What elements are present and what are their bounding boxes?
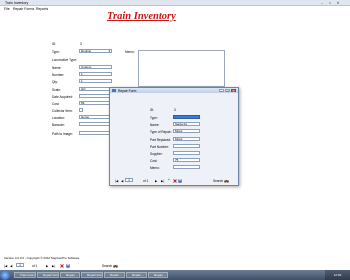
id-label: ID: [52,42,57,46]
close-button[interactable]: ✕ [335,1,341,5]
scale-field[interactable]: HO [79,87,112,91]
dialog-name-label: Name: [150,123,160,127]
dialog-memo-field[interactable] [173,165,200,169]
last-record-button[interactable]: ▶| [52,264,55,268]
save-icon[interactable] [66,263,70,269]
id-value: 3 [80,42,82,46]
path-to-image-label: Path to Image: [52,132,73,136]
dialog-type-label: Type: [150,116,158,120]
window-title: Train Inventory [5,0,29,5]
save-icon[interactable] [178,178,182,184]
collector-item-checkbox[interactable] [79,108,83,112]
supplier-field[interactable] [173,151,200,155]
date-acquired-label: Date Acquired: [52,95,73,99]
dialog-prev-record-button[interactable]: ◀ [121,179,123,183]
scale-label: Scale: [52,88,61,92]
chevron-down-icon: ▾ [108,49,110,53]
dialog-memo-label: Memo: [150,166,160,170]
system-tray-clock[interactable]: 12:00 [325,270,350,280]
type-of-repair-label: Type of Repair: [150,130,172,134]
record-position[interactable]: 1 [16,263,24,267]
barcode-field[interactable] [79,122,112,126]
form-icon [112,89,116,93]
name-field[interactable]: Custom [79,65,112,69]
dialog-id-value: 3 [174,108,176,112]
dialog-type-field[interactable] [173,115,200,119]
prev-record-button[interactable]: ◀ [10,264,12,268]
dialog-last-record-button[interactable]: ▶| [161,179,164,183]
repair-form-dialog: Repair Form – □ ✕ ID: 3 Type: Name: Sant… [109,87,239,186]
type-of-repair-field[interactable]: Motor [173,129,200,133]
record-count: of 1 [32,264,38,268]
menu-reports[interactable]: Reports [36,7,48,11]
start-button[interactable] [0,270,10,280]
location-field[interactable]: Home [79,115,112,119]
taskbar-item[interactable]: Repair ... [60,272,80,278]
dialog-maximize-button[interactable]: □ [225,89,230,93]
dialog-first-record-button[interactable]: |◀ [115,179,118,183]
dialog-id-label: ID: [150,108,155,112]
barcode-label: Barcode: [52,123,65,127]
type-select[interactable]: Rooling ▾ [79,49,112,53]
binoculars-icon[interactable] [113,264,118,269]
path-to-image-field[interactable] [79,131,112,135]
supplier-label: Supplier: [150,152,163,156]
locomotive-type-label: Locomotive Type: [52,58,77,62]
taskbar-item[interactable]: Train Inventory [14,272,36,278]
part-replaced-label: Part Replaced: [150,138,172,142]
taskbar-item[interactable]: Repair ... [104,272,125,278]
date-acquired-field[interactable] [79,94,112,98]
dialog-record-count: of 1 [143,179,149,183]
delete-icon[interactable] [60,263,64,269]
dialog-minimize-button[interactable]: – [219,89,224,93]
location-label: Location: [52,116,65,120]
dialog-cost-field[interactable]: 75 [173,158,200,162]
taskbar-item[interactable]: Repair ... [148,272,168,278]
qty-label: Qty: [52,80,58,84]
type-label: Type: [52,50,60,54]
part-number-label: Part Number: [150,145,169,149]
minimize-button[interactable]: – [319,1,325,5]
first-record-button[interactable]: |◀ [4,264,7,268]
dialog-title: Repair Form [118,89,137,93]
collector-item-label: Collector Item: [52,109,73,113]
menu-repair-forms[interactable]: Repair Forms [13,7,34,11]
taskbar-item[interactable]: Repair Form ... [81,272,103,278]
number-label: Number: [52,73,65,77]
taskbar-item[interactable]: Repair Form [37,272,59,278]
type-select-value: Rooling [81,49,92,53]
name-label: Name: [52,66,62,70]
qty-field[interactable]: 1 [79,79,112,83]
dialog-cost-label: Cost: [150,159,158,163]
cost-label: Cost: [52,102,60,106]
next-record-button[interactable]: ▶ [46,264,48,268]
binoculars-icon[interactable] [224,179,229,184]
search-label: Search [102,264,113,268]
part-number-field[interactable] [173,144,200,148]
dialog-next-record-button[interactable]: ▶ [155,179,157,183]
page-title: Train Inventory [107,11,176,22]
number-field[interactable]: 1 [79,72,112,76]
taskbar-item[interactable]: Repair ... [126,272,147,278]
cost-field[interactable]: 59 [79,101,112,105]
delete-icon[interactable] [173,178,177,184]
maximize-button[interactable]: □ [327,1,333,5]
dialog-close-button[interactable]: ✕ [231,89,236,93]
memo-label: Memo: [125,50,135,54]
memo-textarea[interactable] [138,50,225,87]
menu-file[interactable]: File [4,7,10,11]
version-text: Version 4.0.0.0 - Copyright © 2012 Steph… [4,256,80,260]
dialog-record-position[interactable]: 1 [125,178,133,182]
dialog-search-label: Search [213,179,224,183]
dialog-add-record-button[interactable]: + [168,178,170,182]
part-replaced-field[interactable]: Motor [173,137,200,141]
dialog-name-field[interactable]: Santa Fe [173,122,200,126]
